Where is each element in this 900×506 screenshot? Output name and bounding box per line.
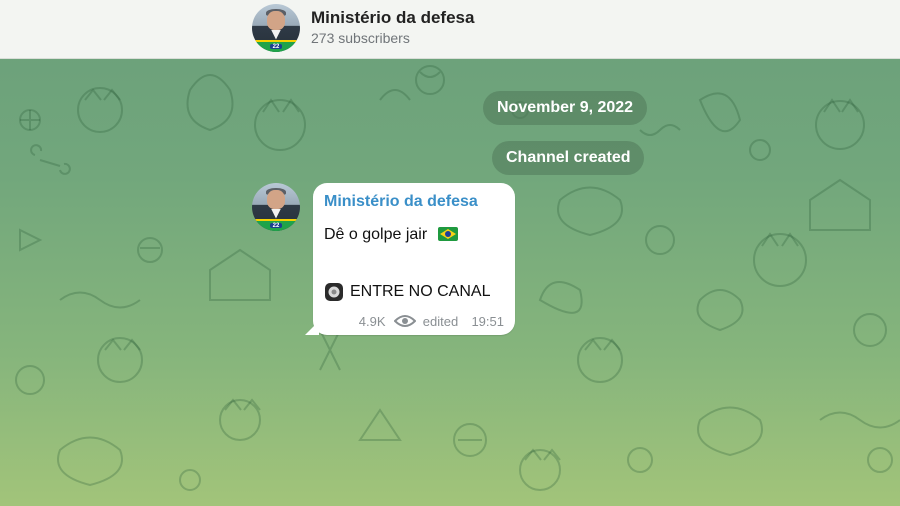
edited-label: edited bbox=[422, 314, 459, 329]
message-sender[interactable]: Ministério da defesa bbox=[324, 193, 478, 211]
avatar-badge: 22 bbox=[270, 43, 282, 50]
message-line-2[interactable]: ENTRE NO CANAL bbox=[324, 282, 490, 302]
views-eye-icon bbox=[394, 315, 417, 327]
date-separator: November 9, 2022 bbox=[483, 91, 648, 125]
camera-lens-icon bbox=[325, 283, 343, 301]
service-message: Channel created bbox=[492, 141, 645, 175]
message-line-1: Dê o golpe jair bbox=[324, 226, 458, 244]
avatar-badge: 22 bbox=[270, 222, 282, 229]
chat-header[interactable]: 22 Ministério da defesa 273 subscribers bbox=[0, 0, 900, 59]
channel-avatar[interactable]: 22 bbox=[252, 4, 300, 52]
message-time: 19:51 bbox=[471, 314, 504, 329]
view-count: 4.9K bbox=[358, 314, 386, 329]
brazil-flag-icon bbox=[437, 227, 458, 241]
channel-title[interactable]: Ministério da defesa bbox=[311, 8, 474, 28]
sender-avatar[interactable]: 22 bbox=[252, 183, 300, 231]
subscriber-count: 273 subscribers bbox=[311, 30, 410, 46]
message-text-1: Dê o golpe jair bbox=[324, 226, 428, 243]
message-bubble[interactable]: Ministério da defesa Dê o golpe jair ENT… bbox=[305, 183, 515, 335]
message-meta: 4.9K edited 19:51 bbox=[359, 314, 504, 329]
message-text-2[interactable]: ENTRE NO CANAL bbox=[350, 283, 490, 301]
